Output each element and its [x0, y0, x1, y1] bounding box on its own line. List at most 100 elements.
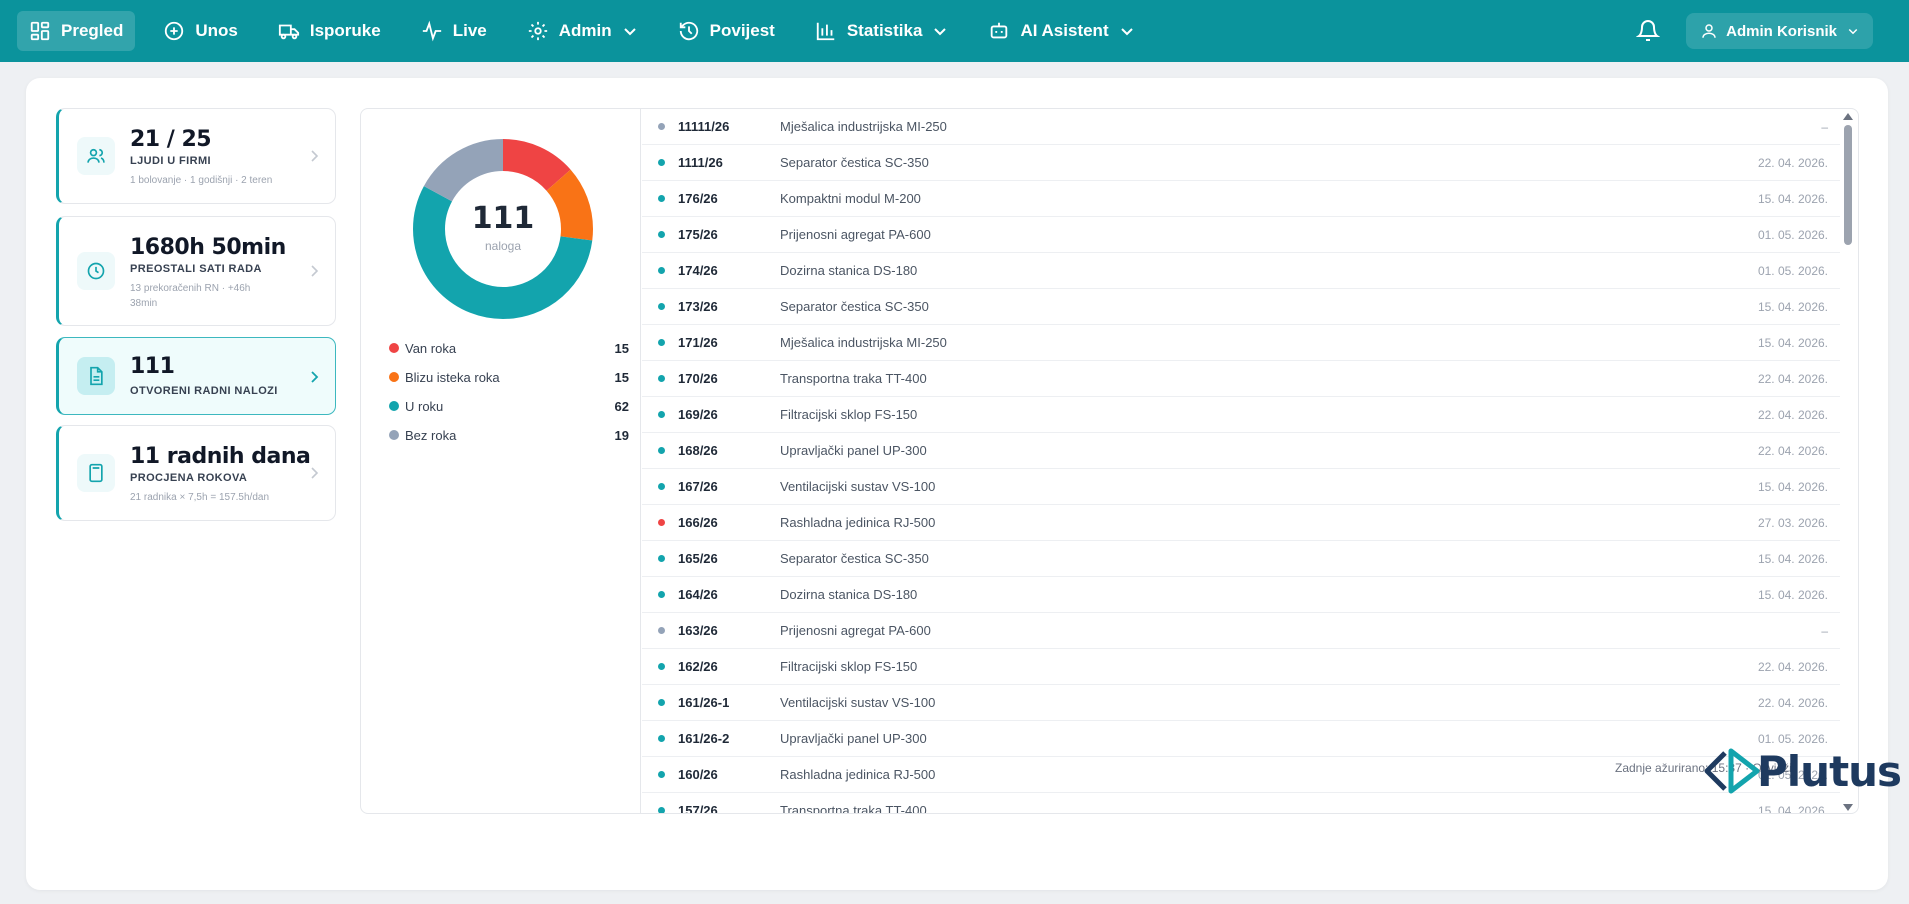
- status-dot: [658, 519, 665, 526]
- scroll-down-arrow[interactable]: [1843, 804, 1853, 811]
- card-remaining-hours[interactable]: 1680h 50min PREOSTALI SATI RADA 13 preko…: [56, 216, 336, 326]
- order-row[interactable]: 1111/26 Separator čestica SC-350 22. 04. 2…: [642, 145, 1840, 181]
- order-name: Prijenosni agregat PA-600: [780, 623, 931, 638]
- order-row[interactable]: 167/26 Ventilacijski sustav VS-100 15. 04.…: [642, 469, 1840, 505]
- user-name: Admin Korisnik: [1726, 22, 1837, 40]
- order-name: Mješalica industrijska MI-250: [780, 335, 947, 350]
- order-date: 01. 05. 2026.: [1757, 263, 1828, 278]
- order-date: 22. 04. 2026.: [1757, 443, 1828, 458]
- order-id: 168/26: [678, 443, 718, 458]
- status-dot: [658, 195, 665, 202]
- nav-admin[interactable]: Admin: [515, 11, 650, 51]
- order-id: 163/26: [678, 623, 718, 638]
- card-deadline-estimate[interactable]: 11 radnih dana PROCJENA ROKOVA 21 radnik…: [56, 425, 336, 521]
- order-name: Rashladna jedinica RJ-500: [780, 515, 936, 530]
- status-dot: [658, 735, 665, 742]
- order-row[interactable]: 162/26 Filtracijski sklop FS-150 22. 04. 2…: [642, 649, 1840, 685]
- order-row[interactable]: 175/26 Prijenosni agregat PA-600 01. 05. 2…: [642, 217, 1840, 253]
- order-id: 170/26: [678, 371, 718, 386]
- order-row[interactable]: 169/26 Filtracijski sklop FS-150 22. 04. 2…: [642, 397, 1840, 433]
- plutus-logo-icon: [1704, 748, 1760, 794]
- legend-item[interactable]: Blizu isteka roka 15: [389, 367, 629, 387]
- order-row[interactable]: 166/26 Rashladna jedinica RJ-500 27. 03. 2…: [642, 505, 1840, 541]
- order-row[interactable]: 161/26-1 Ventilacijski sustav VS-100 22. 0…: [642, 685, 1840, 721]
- order-date: 15. 04. 2026.: [1757, 479, 1828, 494]
- nav-isporuke[interactable]: Isporuke: [266, 11, 393, 51]
- order-name: Transportna traka TT-400: [780, 803, 927, 814]
- card-people[interactable]: 21 / 25 LJUDI U FIRMI 1 bolovanje · 1 go…: [56, 108, 336, 204]
- card-value: 21 / 25: [130, 127, 212, 152]
- legend-item[interactable]: Bez roka 19: [389, 425, 629, 445]
- order-row[interactable]: 163/26 Prijenosni agregat PA-600 –: [642, 613, 1840, 649]
- order-date: 22. 04. 2026.: [1757, 371, 1828, 386]
- order-id: 167/26: [678, 479, 718, 494]
- order-id: 174/26: [678, 263, 718, 278]
- order-row[interactable]: 168/26 Upravljački panel UP-300 22. 04. 20…: [642, 433, 1840, 469]
- legend-item[interactable]: U roku 62: [389, 396, 629, 416]
- legend-count: 62: [614, 398, 629, 414]
- order-date: 27. 03. 2026.: [1757, 515, 1828, 530]
- order-row[interactable]: 161/26-2 Upravljački panel UP-300 01. 05. …: [642, 721, 1840, 757]
- order-name: Filtracijski sklop FS-150: [780, 659, 918, 674]
- legend-label: Van roka: [405, 340, 457, 356]
- truck-icon: [278, 24, 299, 40]
- order-date: –: [1821, 623, 1828, 638]
- scroll-thumb[interactable]: [1844, 125, 1852, 245]
- history-icon: [679, 21, 698, 41]
- order-row[interactable]: 176/26 Kompaktni modul M-200 15. 04. 2026.: [642, 181, 1840, 217]
- order-row[interactable]: 171/26 Mješalica industrijska MI-250 15. 0…: [642, 325, 1840, 361]
- order-name: Dozirna stanica DS-180: [780, 263, 918, 278]
- order-row[interactable]: 174/26 Dozirna stanica DS-180 01. 05. 2026…: [642, 253, 1840, 289]
- orders-box: 111 naloga Van roka 15 Blizu isteka roka…: [360, 108, 1859, 814]
- nav-povijest[interactable]: Povijest: [666, 11, 787, 51]
- order-row[interactable]: 11111/26 Mješalica industrijska MI-250 –: [642, 109, 1840, 145]
- chevron-down-icon: [1120, 28, 1133, 36]
- order-date: 01. 05. 2026.: [1757, 227, 1828, 242]
- top-navbar: Pregled Unos Isporuke Live Admin Povijes…: [0, 0, 1909, 62]
- order-id: 162/26: [678, 659, 718, 674]
- card-sub: 1 bolovanje · 1 godišnji · 2 teren: [130, 175, 273, 186]
- order-row[interactable]: 170/26 Transportna traka TT-400 22. 04. 20…: [642, 361, 1840, 397]
- order-name: Dozirna stanica DS-180: [780, 587, 918, 602]
- logo-text: Plutus: [1757, 746, 1902, 796]
- nav-label: Live: [452, 21, 487, 40]
- order-id: 169/26: [678, 407, 718, 422]
- chevron-down-icon: [1848, 28, 1858, 35]
- order-name: Separator čestica SC-350: [780, 551, 929, 566]
- nav-unos[interactable]: Unos: [151, 11, 250, 51]
- order-id: 165/26: [678, 551, 718, 566]
- order-row[interactable]: 157/26 Transportna traka TT-400 15. 04. 20…: [642, 793, 1840, 814]
- order-id: 164/26: [678, 587, 718, 602]
- nav-live[interactable]: Live: [409, 11, 499, 51]
- order-name: Rashladna jedinica RJ-500: [780, 767, 936, 782]
- card-label: PROCJENA ROKOVA: [130, 472, 248, 484]
- user-menu-button[interactable]: Admin Korisnik: [1686, 13, 1873, 49]
- orders-scrollbar[interactable]: [1838, 109, 1858, 813]
- order-row[interactable]: 164/26 Dozirna stanica DS-180 15. 04. 2026…: [642, 577, 1840, 613]
- card-open-orders[interactable]: 111 OTVORENI RADNI NALOZI: [56, 337, 336, 415]
- nav-ai-asistent[interactable]: AI Asistent: [976, 11, 1146, 51]
- card-label: PREOSTALI SATI RADA: [130, 263, 262, 275]
- nav-statistika[interactable]: Statistika: [803, 11, 961, 51]
- order-row[interactable]: 173/26 Separator čestica SC-350 15. 04. 20…: [642, 289, 1840, 325]
- order-id: 160/26: [678, 767, 718, 782]
- gear-icon: [528, 21, 547, 41]
- order-id: 161/26-1: [678, 695, 730, 710]
- nav-label: Admin: [558, 21, 612, 40]
- legend-item[interactable]: Van roka 15: [389, 338, 629, 358]
- status-dot: [658, 123, 665, 130]
- chevron-down-icon: [934, 28, 947, 36]
- nav-pregled[interactable]: Pregled: [17, 11, 136, 51]
- nav-label: Pregled: [61, 21, 124, 40]
- order-row[interactable]: 165/26 Separator čestica SC-350 15. 04. 20…: [642, 541, 1840, 577]
- order-name: Ventilacijski sustav VS-100: [780, 479, 936, 494]
- nav-label: Unos: [195, 21, 238, 40]
- scroll-up-arrow[interactable]: [1843, 113, 1853, 120]
- card-sub: 13 prekoračenih RN · +46h 38min: [130, 283, 251, 309]
- status-dot: [658, 267, 665, 274]
- robot-icon: [991, 22, 1008, 39]
- bell-icon[interactable]: [1636, 19, 1661, 43]
- order-date: 22. 04. 2026.: [1757, 155, 1828, 170]
- nav-label: AI Asistent: [1020, 21, 1109, 40]
- order-date: –: [1821, 119, 1828, 134]
